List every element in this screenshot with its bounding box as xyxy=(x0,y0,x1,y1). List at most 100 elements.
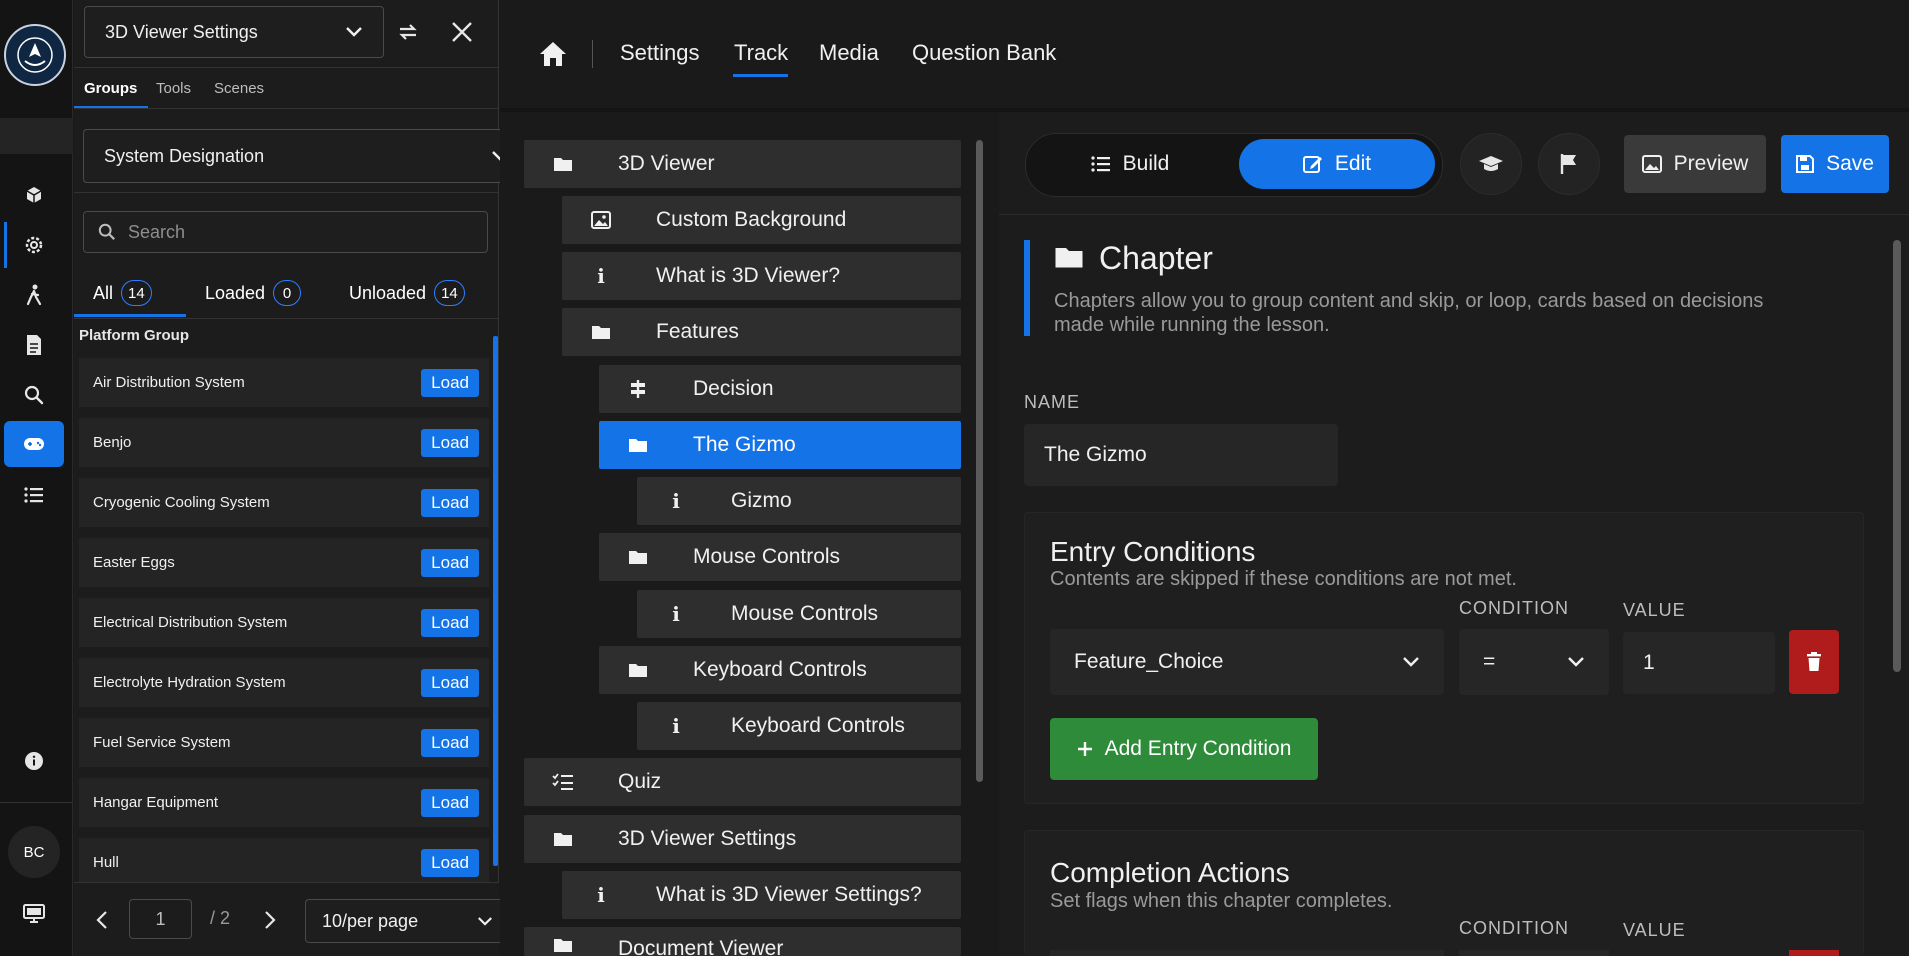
entry-title: Entry Conditions xyxy=(1050,536,1256,567)
tab-groups[interactable]: Groups xyxy=(84,80,137,97)
walking-person-icon[interactable] xyxy=(4,272,64,318)
list-item: Benjo Load xyxy=(79,418,489,467)
preview-button[interactable]: Preview xyxy=(1624,135,1766,193)
home-icon[interactable] xyxy=(538,40,568,68)
tree-item-what-is-3d-viewer[interactable]: i What is 3D Viewer? xyxy=(562,252,961,300)
gear-icon[interactable] xyxy=(4,222,64,268)
list-item: Hull Load xyxy=(79,838,489,887)
nav-question-bank[interactable]: Question Bank xyxy=(912,40,1056,66)
tree-scrollbar[interactable] xyxy=(976,140,983,782)
chapter-accent-bar xyxy=(1024,240,1030,336)
load-button[interactable]: Load xyxy=(421,728,479,757)
filter-unloaded[interactable]: Unloaded 14 xyxy=(349,268,465,318)
next-page-icon[interactable] xyxy=(264,910,276,930)
load-button[interactable]: Load xyxy=(421,428,479,457)
list-icon[interactable] xyxy=(4,472,64,518)
search-icon[interactable] xyxy=(4,372,64,418)
tree-item-keyboard-controls[interactable]: i Keyboard Controls xyxy=(637,702,961,750)
decision-icon xyxy=(623,379,653,399)
avatar-initials: BC xyxy=(23,843,45,861)
tree-item-decision[interactable]: Decision xyxy=(599,365,961,413)
group-select[interactable]: System Designation xyxy=(83,129,530,183)
list-item: Hangar Equipment Load xyxy=(79,778,489,827)
folder-icon xyxy=(548,831,578,847)
save-button[interactable]: Save xyxy=(1781,135,1889,193)
list-scrollbar[interactable] xyxy=(493,336,498,866)
tree-item-mouse-controls-folder[interactable]: Mouse Controls xyxy=(599,533,961,581)
tree-item-gizmo[interactable]: i Gizmo xyxy=(637,477,961,525)
gamepad-icon[interactable] xyxy=(4,421,64,467)
tree-item-what-is-3d-viewer-settings[interactable]: i What is 3D Viewer Settings? xyxy=(562,871,961,919)
rail-spacer xyxy=(0,118,73,154)
tree-item-features[interactable]: Features xyxy=(562,308,961,356)
app-logo[interactable] xyxy=(4,24,66,86)
per-page-select[interactable]: 10/per page xyxy=(305,899,510,943)
tab-tools[interactable]: Tools xyxy=(156,80,191,97)
cube-icon[interactable] xyxy=(4,172,64,218)
tree-item-quiz[interactable]: Quiz xyxy=(524,758,961,806)
info-circle-icon[interactable] xyxy=(4,738,64,784)
completion-variable-select[interactable] xyxy=(1050,950,1444,956)
list-item: Electrical Distribution System Load xyxy=(79,598,489,647)
tree-item-mouse-controls[interactable]: i Mouse Controls xyxy=(637,590,961,638)
library-title-dropdown[interactable]: 3D Viewer Settings xyxy=(84,6,384,58)
value-input[interactable]: 1 xyxy=(1623,632,1775,694)
filter-divider xyxy=(74,318,499,319)
variable-select[interactable]: Feature_Choice xyxy=(1050,629,1444,695)
graduation-cap-icon[interactable] xyxy=(1460,133,1522,195)
load-button[interactable]: Load xyxy=(421,548,479,577)
tree-label: What is 3D Viewer Settings? xyxy=(656,883,922,906)
close-icon[interactable] xyxy=(450,20,474,44)
sync-icon[interactable] xyxy=(396,20,422,44)
search-input[interactable]: Search xyxy=(83,211,488,253)
tree-item-custom-background[interactable]: Custom Background xyxy=(562,196,961,244)
count-badge: 14 xyxy=(121,280,152,306)
filter-all[interactable]: All 14 xyxy=(93,268,152,318)
list-item: Cryogenic Cooling System Load xyxy=(79,478,489,527)
panel-divider xyxy=(74,67,499,68)
add-entry-condition-button[interactable]: Add Entry Condition xyxy=(1050,718,1318,780)
prev-page-icon[interactable] xyxy=(96,910,108,930)
filter-loaded[interactable]: Loaded 0 xyxy=(205,268,302,318)
completion-operator-select[interactable] xyxy=(1459,950,1609,956)
chevron-down-icon xyxy=(478,916,492,926)
load-button[interactable]: Load xyxy=(421,668,479,697)
image-icon xyxy=(586,211,616,229)
tree-label: Features xyxy=(656,320,739,343)
tree-label: The Gizmo xyxy=(693,433,796,456)
tree-item-the-gizmo[interactable]: The Gizmo xyxy=(599,421,961,469)
completion-delete-button[interactable] xyxy=(1789,950,1839,956)
tree-item-3d-viewer-settings[interactable]: 3D Viewer Settings xyxy=(524,815,961,863)
search-icon xyxy=(98,223,115,240)
load-button[interactable]: Load xyxy=(421,848,479,877)
load-button[interactable]: Load xyxy=(421,488,479,517)
tree-item-keyboard-controls-folder[interactable]: Keyboard Controls xyxy=(599,646,961,694)
edit-icon xyxy=(1302,156,1322,173)
nav-track[interactable]: Track xyxy=(734,40,788,66)
avatar[interactable]: BC xyxy=(8,826,60,878)
name-input[interactable]: The Gizmo xyxy=(1024,424,1338,486)
icon-rail: BC xyxy=(0,0,73,956)
flag-icon[interactable] xyxy=(1538,133,1600,195)
delete-condition-button[interactable] xyxy=(1789,630,1839,694)
nav-divider xyxy=(592,40,593,68)
list-item: Air Distribution System Load xyxy=(79,358,489,407)
load-button[interactable]: Load xyxy=(421,368,479,397)
monitor-icon[interactable] xyxy=(4,890,64,936)
tree-item-document-viewer[interactable]: Document Viewer xyxy=(524,927,961,956)
page-input[interactable]: 1 xyxy=(129,899,192,939)
tree-item-3d-viewer[interactable]: 3D Viewer xyxy=(524,140,961,188)
tab-scenes[interactable]: Scenes xyxy=(214,80,264,97)
group-heading: Platform Group xyxy=(79,327,190,344)
nav-media[interactable]: Media xyxy=(819,40,879,66)
load-button[interactable]: Load xyxy=(421,788,479,817)
editor-scrollbar[interactable] xyxy=(1893,240,1901,672)
floppy-icon xyxy=(1796,155,1815,173)
operator-select[interactable]: = xyxy=(1459,629,1609,695)
edit-button[interactable]: Edit xyxy=(1239,139,1435,189)
preview-label: Preview xyxy=(1673,152,1749,175)
load-button[interactable]: Load xyxy=(421,608,479,637)
build-button[interactable]: Build xyxy=(1060,138,1200,190)
nav-settings[interactable]: Settings xyxy=(620,40,700,66)
document-icon[interactable] xyxy=(4,322,64,368)
